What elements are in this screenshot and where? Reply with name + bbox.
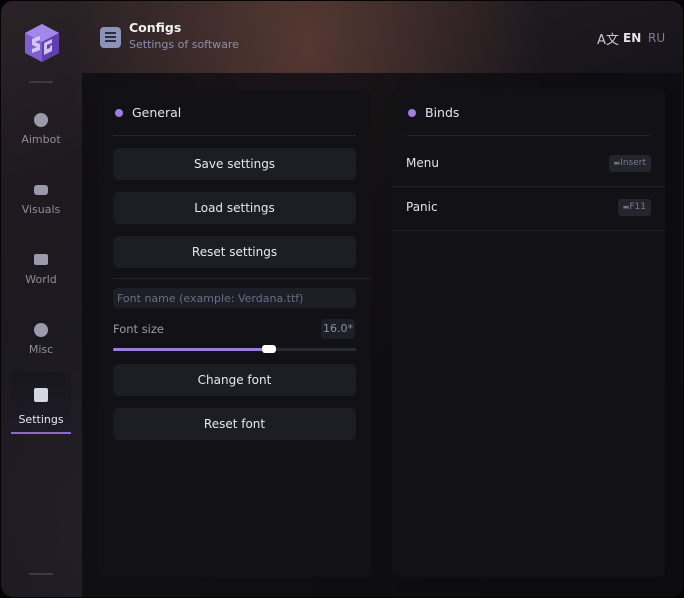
sidebar-item-visuals[interactable]: Visuals [11,169,71,229]
list-icon [100,27,121,48]
divider [113,135,356,136]
divider [113,278,371,279]
general-title: General [132,105,182,120]
app-window: Configs Settings of software A文 EN RU Ai… [1,1,683,597]
bind-row-menu[interactable]: Menu Insert [392,142,665,187]
sidebar-item-aimbot[interactable]: Aimbot [11,99,71,159]
alien-icon [34,113,48,127]
more-icon [34,323,48,337]
vr-goggles-icon [34,185,48,195]
sidebar-item-label: Aimbot [21,133,61,146]
slider-fill [113,348,269,351]
sidebar-item-label: Misc [28,343,54,356]
gear-icon [115,109,123,117]
list-icon [34,388,48,402]
page-subtitle: Settings of software [129,38,239,51]
slider-thumb[interactable] [261,345,276,353]
sidebar-item-misc[interactable]: Misc [11,309,71,369]
load-settings-button[interactable]: Load settings [113,192,356,224]
sidebar-item-world[interactable]: World [11,239,71,299]
sidebar-item-label: World [25,273,57,286]
page-title: Configs [129,20,182,35]
sidebar-item-settings[interactable]: Settings [11,372,71,434]
language-en[interactable]: EN [623,31,641,45]
save-settings-button[interactable]: Save settings [113,148,356,180]
bind-name: Menu [406,156,439,170]
bind-key-badge[interactable]: Insert [608,155,651,172]
font-size-label: Font size [113,322,164,336]
reset-font-button[interactable]: Reset font [113,408,356,440]
sidebar-item-label: Visuals [21,203,61,216]
briefcase-icon [34,254,48,265]
sidebar-divider-top [29,81,53,83]
reset-settings-button[interactable]: Reset settings [113,236,356,268]
sidebar-divider-bottom [29,573,53,575]
divider [407,135,650,136]
language-ru[interactable]: RU [648,31,665,45]
bind-key-badge[interactable]: F11 [617,199,651,216]
bind-name: Panic [406,200,438,214]
font-name-input[interactable] [113,288,356,308]
bind-row-panic[interactable]: Panic F11 [392,186,665,231]
plus-icon [408,109,416,117]
logo [25,24,59,62]
binds-title: Binds [425,105,460,120]
change-font-button[interactable]: Change font [113,364,356,396]
translate-icon[interactable]: A文 [597,29,619,48]
sidebar-item-label: Settings [18,413,64,426]
font-size-slider[interactable] [113,345,356,353]
font-size-value[interactable]: 16.0* [321,319,355,339]
